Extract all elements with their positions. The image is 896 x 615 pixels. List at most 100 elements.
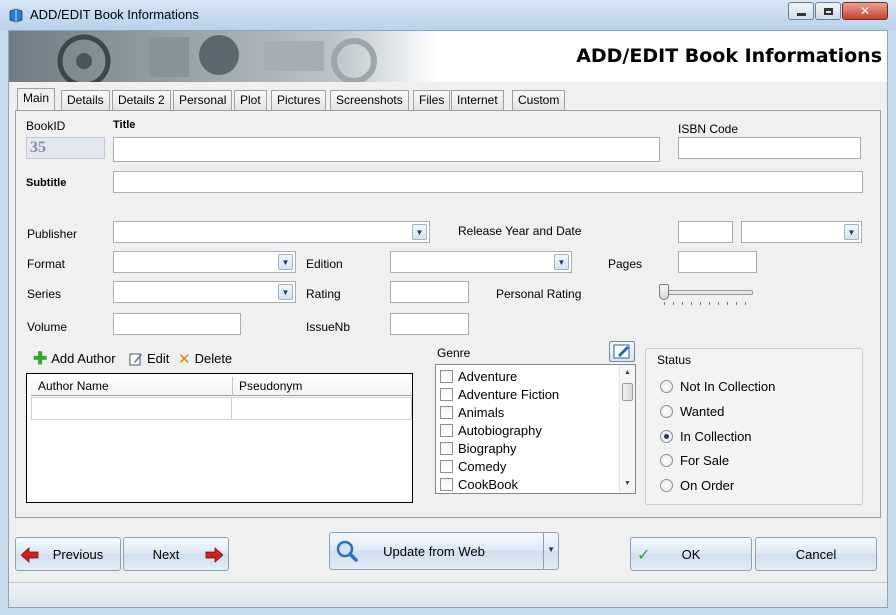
genre-item[interactable]: Autobiography — [440, 421, 542, 439]
checkbox[interactable] — [440, 369, 453, 383]
slider-tick — [700, 302, 701, 305]
radio-button[interactable] — [660, 379, 673, 393]
genre-item[interactable]: Animals — [440, 403, 504, 421]
checkbox[interactable] — [440, 405, 453, 419]
scroll-thumb[interactable] — [622, 383, 633, 401]
chevron-down-icon[interactable]: ▼ — [412, 224, 427, 240]
ok-button[interactable]: ✓ OK — [630, 537, 752, 571]
tab-custom[interactable]: Custom — [512, 90, 566, 110]
radio-button[interactable] — [660, 404, 673, 418]
checkbox[interactable] — [440, 423, 453, 437]
slider-tick — [691, 302, 692, 305]
pseudonym-cell[interactable] — [231, 397, 412, 420]
minimize-icon — [796, 12, 806, 16]
chevron-down-icon[interactable]: ▼ — [278, 284, 293, 300]
slider-tick — [709, 302, 710, 305]
tab-plot[interactable]: Plot — [234, 90, 267, 110]
window-title: ADD/EDIT Book Informations — [30, 7, 199, 22]
checkbox[interactable] — [440, 459, 453, 473]
scroll-up-icon[interactable]: ▲ — [622, 366, 633, 380]
subtitle-label: Subtitle — [26, 177, 67, 189]
genre-item[interactable]: Comedy — [440, 457, 506, 475]
column-header-pseudonym[interactable]: Pseudonym — [239, 379, 302, 393]
genre-item-label: Comedy — [458, 458, 507, 474]
tab-screenshots[interactable]: Screenshots — [330, 90, 409, 110]
slider-tick — [718, 302, 719, 305]
plus-icon: ✚ — [33, 349, 48, 368]
genre-list[interactable]: Adventure Adventure Fiction Animals Auto… — [435, 364, 636, 494]
status-option-on-order[interactable]: On Order — [660, 476, 734, 494]
tab-files[interactable]: Files — [413, 90, 451, 110]
add-author-button[interactable]: ✚ Add Author — [33, 348, 116, 370]
tab-personal[interactable]: Personal — [173, 90, 233, 110]
status-option-in-collection[interactable]: In Collection — [660, 427, 752, 445]
delete-author-button[interactable]: ✕ Delete — [178, 348, 232, 370]
volume-label: Volume — [27, 320, 68, 334]
genre-item[interactable]: Biography — [440, 439, 517, 457]
publisher-combo[interactable]: ▼ — [113, 221, 430, 243]
subtitle-field[interactable] — [113, 171, 863, 193]
update-from-web-button[interactable]: Update from Web ▼ — [329, 532, 559, 570]
slider-tick — [682, 302, 683, 305]
tab-details-2[interactable]: Details 2 — [112, 90, 171, 110]
personal-rating-slider[interactable] — [661, 290, 753, 295]
tab-pictures[interactable]: Pictures — [271, 90, 327, 110]
edition-combo[interactable]: ▼ — [390, 251, 572, 273]
isbn-field[interactable] — [678, 137, 861, 159]
chevron-down-icon[interactable]: ▼ — [278, 254, 293, 270]
author-name-cell[interactable] — [31, 397, 232, 420]
genre-scrollbar[interactable]: ▲ ▼ — [619, 365, 635, 493]
edit-genre-button[interactable] — [609, 341, 635, 362]
tab-details[interactable]: Details — [61, 90, 110, 110]
genre-item-label: Animals — [458, 404, 505, 420]
checkmark-icon: ✓ — [637, 545, 651, 564]
previous-button[interactable]: Previous — [15, 537, 121, 571]
rating-label: Rating — [306, 287, 341, 301]
checkbox[interactable] — [440, 477, 453, 491]
split-divider — [543, 533, 544, 569]
next-button[interactable]: Next — [123, 537, 229, 571]
genre-item[interactable]: CookBook — [440, 475, 518, 493]
slider-thumb[interactable] — [659, 284, 669, 300]
title-field[interactable] — [113, 137, 660, 162]
scroll-down-icon[interactable]: ▼ — [622, 477, 633, 491]
status-option-wanted[interactable]: Wanted — [660, 402, 724, 420]
chevron-down-icon[interactable]: ▼ — [844, 224, 859, 240]
rating-field[interactable] — [390, 281, 469, 303]
arrow-left-icon — [21, 547, 39, 563]
slider-tick — [673, 302, 674, 305]
dropdown-arrow-icon[interactable]: ▼ — [547, 545, 555, 554]
slider-tick — [736, 302, 737, 305]
genre-item[interactable]: Adventure — [440, 367, 517, 385]
format-combo[interactable]: ▼ — [113, 251, 296, 273]
maximize-button[interactable] — [815, 2, 841, 20]
genre-item-label: Biography — [458, 440, 517, 456]
chevron-down-icon[interactable]: ▼ — [554, 254, 569, 270]
status-option-for-sale[interactable]: For Sale — [660, 451, 729, 469]
checkbox[interactable] — [440, 441, 453, 455]
volume-field[interactable] — [113, 313, 241, 335]
tab-main[interactable]: Main — [17, 88, 56, 111]
release-date-combo[interactable]: ▼ — [741, 221, 862, 243]
genre-item[interactable]: Adventure Fiction — [440, 385, 559, 403]
issuenb-field[interactable] — [390, 313, 469, 335]
column-header-author-name[interactable]: Author Name — [38, 379, 109, 393]
status-option-not-in-collection[interactable]: Not In Collection — [660, 377, 775, 395]
pages-field[interactable] — [678, 251, 757, 273]
close-button[interactable]: ✕ — [842, 2, 888, 20]
maximize-icon — [823, 7, 833, 15]
radio-button-selected[interactable] — [660, 429, 673, 443]
minimize-button[interactable] — [788, 2, 814, 20]
status-label: Status — [657, 353, 692, 367]
radio-button[interactable] — [660, 453, 673, 467]
tab-internet[interactable]: Internet — [451, 90, 504, 110]
checkbox[interactable] — [440, 387, 453, 401]
banner-image — [9, 31, 439, 82]
cancel-button[interactable]: Cancel — [755, 537, 877, 571]
radio-button[interactable] — [660, 478, 673, 492]
edit-author-button[interactable]: Edit — [129, 348, 169, 370]
series-combo[interactable]: ▼ — [113, 281, 296, 303]
release-year-field[interactable] — [678, 221, 733, 243]
pencil-icon — [129, 353, 142, 366]
slider-tick — [745, 302, 746, 305]
